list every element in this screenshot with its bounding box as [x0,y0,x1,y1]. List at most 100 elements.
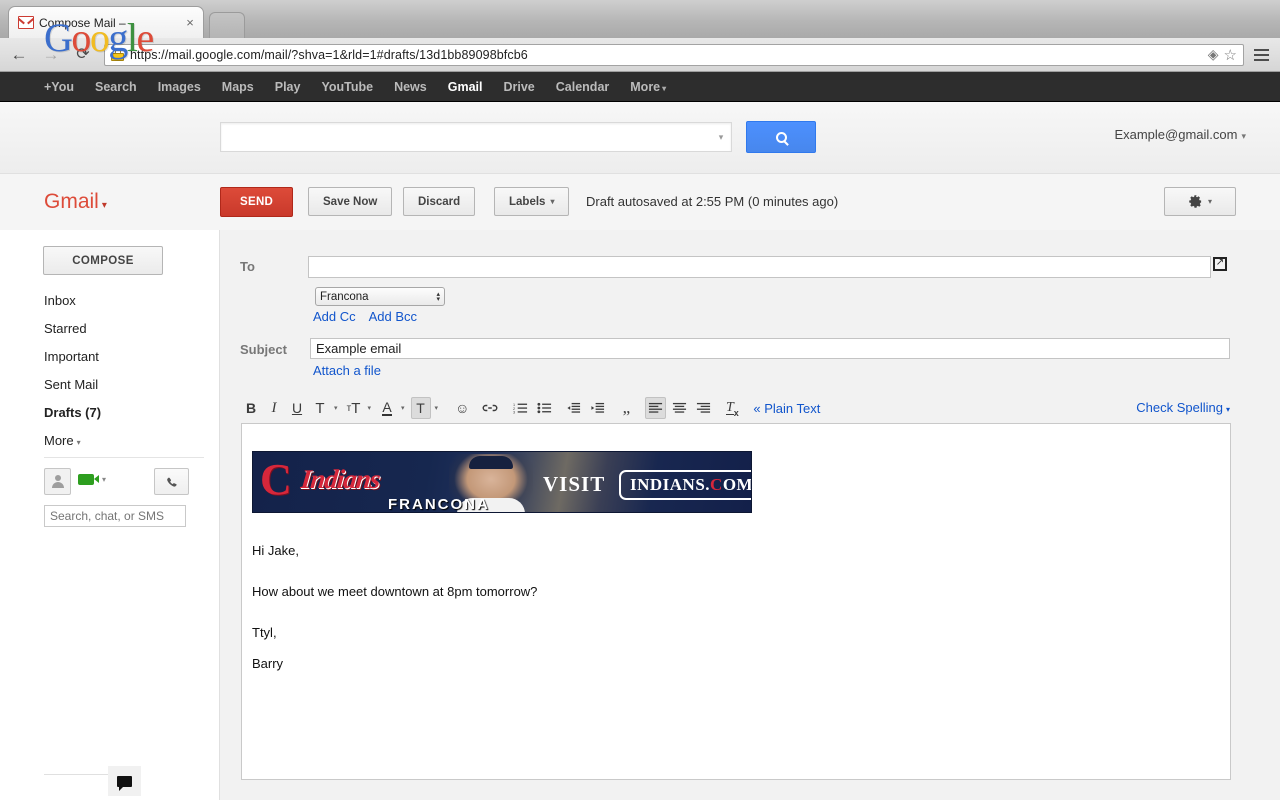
align-left-icon[interactable] [645,397,667,419]
chevron-down-icon: ▾ [1207,197,1212,206]
gbar-link-news[interactable]: News [394,80,427,94]
sidebar-item-inbox[interactable]: Inbox [44,287,209,315]
check-spelling-link[interactable]: Check Spelling ▾ [1136,400,1230,415]
from-select-value: Francona [320,290,369,303]
to-input[interactable] [308,256,1211,278]
banner-team-initial: C [260,455,292,504]
remove-formatting-icon[interactable]: Tx [722,397,742,419]
message-body[interactable]: C Indians FRANCONA VISIT INDIANS.COM Hi … [241,423,1231,780]
font-family-icon[interactable]: T [310,397,330,419]
message-body-text[interactable]: Hi Jake, How about we meet downtown at 8… [252,544,1152,671]
outdent-icon[interactable] [563,397,584,419]
indians-banner-image: C Indians FRANCONA VISIT INDIANS.COM [252,451,752,513]
browser-toolbar: ← → ⟳ https://mail.google.com/mail/?shva… [0,38,1280,72]
chevron-down-icon: ▾ [1225,405,1230,414]
labels-button[interactable]: Labels ▾ [494,187,570,216]
google-logo[interactable]: Google [44,16,154,60]
gbar-link-play[interactable]: Play [275,80,301,94]
gbar-link-maps[interactable]: Maps [222,80,254,94]
body-paragraph: Barry [252,656,284,671]
gbar-link-you[interactable]: +You [44,80,74,94]
chevron-down-icon[interactable]: ▾ [368,404,372,412]
body-paragraph: How about we meet downtown at 8pm tomorr… [252,584,538,599]
account-email: Example@gmail.com [1114,127,1238,142]
save-now-button[interactable]: Save Now [308,187,393,216]
body-paragraph: Hi Jake, [252,543,299,558]
bookmark-star-icon[interactable]: ☆ [1224,46,1237,64]
video-chat-control[interactable]: ▾ [78,474,106,485]
sidebar-item-drafts[interactable]: Drafts (7) [44,399,209,427]
formatting-toolbar: B I U T ▾ тT ▾ A ▾ T ▾ ☺ 123 „ T x « Pla… [241,394,1230,422]
quote-icon[interactable]: „ [616,397,636,419]
chevron-down-icon: ▾ [1241,131,1246,141]
svg-text:3: 3 [513,411,515,414]
chrome-menu-icon[interactable] [1248,48,1274,61]
mail-search-box[interactable]: ▾ [220,122,732,152]
chevron-down-icon[interactable]: ▾ [711,132,731,143]
back-icon[interactable]: ← [6,42,32,68]
gmail-logo[interactable]: Gmail ▾ [44,190,107,214]
search-icon [775,131,787,143]
gbar-link-calendar[interactable]: Calendar [556,80,610,94]
underline-icon[interactable]: U [287,397,307,419]
gbar-link-drive[interactable]: Drive [503,80,534,94]
subject-input[interactable] [310,338,1230,359]
emoji-icon[interactable]: ☺ [452,397,472,419]
search-button[interactable] [746,121,816,153]
bulleted-list-icon[interactable] [534,397,555,419]
sidebar-item-important[interactable]: Important [44,343,209,371]
avatar[interactable] [44,468,71,495]
omnibox-icons: ◈ ☆ [1208,46,1239,64]
popout-icon[interactable]: ↗ [1213,257,1227,271]
extension-icon[interactable]: ◈ [1208,46,1219,63]
url-text: https://mail.google.com/mail/?shva=1&rld… [130,47,528,62]
chevron-down-icon: ▾ [76,438,81,447]
new-tab-button[interactable] [209,12,245,38]
person-icon [51,474,65,489]
gbar-link-gmail[interactable]: Gmail [448,80,483,94]
chat-search-input[interactable] [44,505,186,527]
plain-text-link[interactable]: « Plain Text [753,401,820,416]
insert-link-icon[interactable] [479,397,501,419]
align-right-icon[interactable] [693,397,714,419]
add-cc-link[interactable]: Add Cc [313,309,356,324]
attach-file-link[interactable]: Attach a file [313,363,381,378]
sidebar-item-sent-mail[interactable]: Sent Mail [44,371,209,399]
banner-visit-text: VISIT [543,472,606,496]
address-bar[interactable]: https://mail.google.com/mail/?shva=1&rld… [104,43,1244,66]
discard-button[interactable]: Discard [403,187,476,216]
close-icon[interactable]: × [183,16,197,30]
chevron-down-icon[interactable]: ▾ [435,404,439,412]
font-size-icon[interactable]: тT [344,397,364,419]
gbar-link-more[interactable]: More ▾ [630,80,666,94]
chat-controls: ▾ [44,468,209,495]
banner-team-name: Indians [299,464,382,494]
chevron-down-icon: ▾ [550,197,555,206]
compose-button[interactable]: COMPOSE [43,246,163,275]
autosave-status: Draft autosaved at 2:55 PM (0 minutes ag… [586,194,839,209]
sidebar-item-more[interactable]: More ▾ [44,427,209,457]
chevron-down-icon[interactable]: ▾ [334,404,338,412]
tab-strip: Compose Mail – × [0,0,1280,38]
send-button[interactable]: SEND [220,187,294,217]
banner-manager-name: FRANCONA [388,496,490,513]
gbar-link-youtube[interactable]: YouTube [321,80,373,94]
text-color-icon[interactable]: A [377,397,397,419]
search-input[interactable] [221,124,711,150]
chat-bubble-button[interactable] [108,766,141,796]
italic-icon[interactable]: I [264,397,284,419]
gbar-link-search[interactable]: Search [95,80,137,94]
from-select[interactable]: Francona ▴ ▾ [315,287,445,306]
align-center-icon[interactable] [669,397,690,419]
account-menu[interactable]: Example@gmail.com ▾ [1114,127,1246,142]
chevron-down-icon[interactable]: ▾ [401,404,405,412]
indent-icon[interactable] [587,397,608,419]
add-bcc-link[interactable]: Add Bcc [369,309,417,324]
highlight-color-icon[interactable]: T [410,397,431,419]
sidebar-item-starred[interactable]: Starred [44,315,209,343]
phone-call-button[interactable] [154,468,189,495]
settings-button[interactable]: ▾ [1164,187,1236,216]
gbar-link-images[interactable]: Images [158,80,201,94]
bold-icon[interactable]: B [241,397,261,419]
numbered-list-icon[interactable]: 123 [510,397,531,419]
